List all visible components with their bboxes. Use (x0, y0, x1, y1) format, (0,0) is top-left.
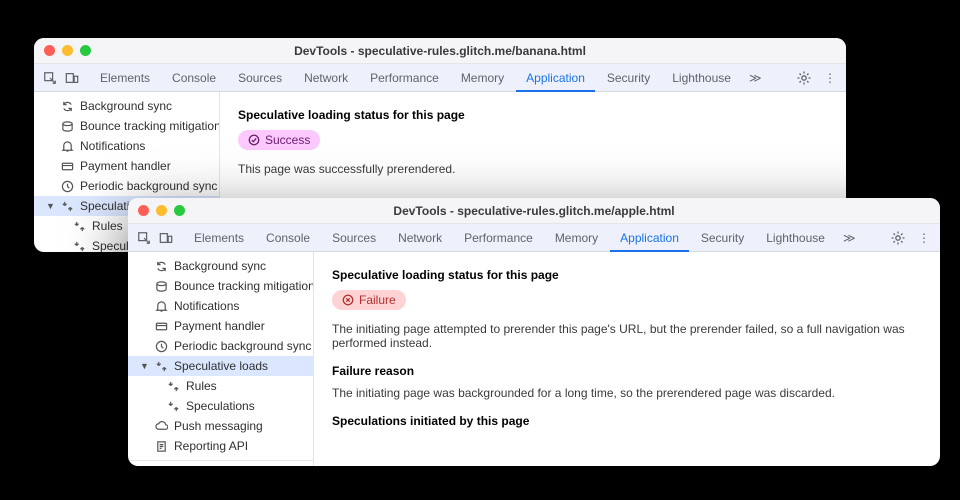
badge-text: Success (265, 133, 310, 147)
status-badge-success: Success (238, 130, 320, 150)
kebab-icon[interactable]: ⋮ (822, 70, 838, 86)
sidebar-item-bounce-tracking[interactable]: Bounce tracking mitigations (34, 116, 219, 136)
tab-sources[interactable]: Sources (228, 64, 292, 92)
tab-elements[interactable]: Elements (184, 224, 254, 252)
sidebar-section-frames: Frames (128, 460, 313, 466)
sidebar-item-notifications[interactable]: Notifications (34, 136, 219, 156)
tab-console[interactable]: Console (256, 224, 320, 252)
close-button[interactable] (44, 45, 55, 56)
tab-elements[interactable]: Elements (90, 64, 160, 92)
status-heading: Speculative loading status for this page (238, 108, 828, 122)
x-circle-icon (342, 294, 354, 306)
titlebar: DevTools - speculative-rules.glitch.me/a… (128, 198, 940, 224)
sidebar-label: Reporting API (174, 439, 248, 453)
sidebar-item-payment-handler[interactable]: Payment handler (128, 316, 313, 336)
tab-sources[interactable]: Sources (322, 224, 386, 252)
tab-network[interactable]: Network (388, 224, 452, 252)
minimize-button[interactable] (156, 205, 167, 216)
sidebar-item-bounce-tracking[interactable]: Bounce tracking mitigations (128, 276, 313, 296)
kebab-icon[interactable]: ⋮ (916, 230, 932, 246)
more-tabs[interactable]: ≫ (837, 231, 862, 245)
badge-text: Failure (359, 293, 396, 307)
status-badge-failure: Failure (332, 290, 406, 310)
application-sidebar: Background sync Bounce tracking mitigati… (128, 252, 314, 466)
sidebar-label: Background sync (174, 259, 266, 273)
failure-reason-heading: Failure reason (332, 364, 922, 378)
sidebar-label: Bounce tracking mitigations (80, 119, 220, 133)
traffic-lights (138, 205, 185, 216)
tab-performance[interactable]: Performance (454, 224, 543, 252)
sidebar-item-periodic-sync[interactable]: Periodic background sync (34, 176, 219, 196)
sidebar-label: Payment handler (80, 159, 171, 173)
minimize-button[interactable] (62, 45, 73, 56)
device-toolbar-icon[interactable] (158, 230, 174, 246)
sidebar-label: Rules (92, 219, 123, 233)
settings-icon[interactable] (796, 70, 812, 86)
tab-security[interactable]: Security (597, 64, 660, 92)
tab-security[interactable]: Security (691, 224, 754, 252)
sidebar-item-push-messaging[interactable]: Push messaging (128, 416, 313, 436)
sidebar-label: Speculations (186, 399, 255, 413)
status-heading: Speculative loading status for this page (332, 268, 922, 282)
sidebar-item-rules[interactable]: Rules (128, 376, 313, 396)
sidebar-item-speculations[interactable]: Speculations (128, 396, 313, 416)
close-button[interactable] (138, 205, 149, 216)
sidebar-item-payment-handler[interactable]: Payment handler (34, 156, 219, 176)
tab-performance[interactable]: Performance (360, 64, 449, 92)
tab-memory[interactable]: Memory (451, 64, 514, 92)
content-panel: Speculative loading status for this page… (314, 252, 940, 466)
tab-application[interactable]: Application (610, 224, 689, 252)
tab-memory[interactable]: Memory (545, 224, 608, 252)
zoom-button[interactable] (80, 45, 91, 56)
failure-reason-body: The initiating page was backgrounded for… (332, 386, 922, 400)
speculations-heading: Speculations initiated by this page (332, 414, 922, 428)
sidebar-label: Notifications (80, 139, 145, 153)
status-body: The initiating page attempted to prerend… (332, 322, 922, 350)
sidebar-item-periodic-sync[interactable]: Periodic background sync (128, 336, 313, 356)
inspect-icon[interactable] (42, 70, 58, 86)
sidebar-item-background-sync[interactable]: Background sync (34, 96, 219, 116)
zoom-button[interactable] (174, 205, 185, 216)
tab-application[interactable]: Application (516, 64, 595, 92)
tab-network[interactable]: Network (294, 64, 358, 92)
sidebar-item-reporting-api[interactable]: Reporting API (128, 436, 313, 456)
sidebar-label: Speculative loads (174, 359, 268, 373)
tab-lighthouse[interactable]: Lighthouse (662, 64, 741, 92)
device-toolbar-icon[interactable] (64, 70, 80, 86)
devtools-tabbar: Elements Console Sources Network Perform… (34, 64, 846, 92)
check-circle-icon (248, 134, 260, 146)
tab-console[interactable]: Console (162, 64, 226, 92)
sidebar-label: Rules (186, 379, 217, 393)
disclosure-triangle-icon[interactable]: ▼ (46, 201, 54, 211)
inspect-icon[interactable] (136, 230, 152, 246)
sidebar-item-speculative-loads[interactable]: ▼ Speculative loads (128, 356, 313, 376)
sidebar-label: Background sync (80, 99, 172, 113)
tab-lighthouse[interactable]: Lighthouse (756, 224, 835, 252)
window-title: DevTools - speculative-rules.glitch.me/b… (34, 44, 846, 58)
sidebar-label: Periodic background sync (174, 339, 311, 353)
window-title: DevTools - speculative-rules.glitch.me/a… (128, 204, 940, 218)
sidebar-item-notifications[interactable]: Notifications (128, 296, 313, 316)
sidebar-label: Push messaging (174, 419, 263, 433)
titlebar: DevTools - speculative-rules.glitch.me/b… (34, 38, 846, 64)
sidebar-label: Notifications (174, 299, 239, 313)
devtools-tabbar: Elements Console Sources Network Perform… (128, 224, 940, 252)
sidebar-item-background-sync[interactable]: Background sync (128, 256, 313, 276)
status-body: This page was successfully prerendered. (238, 162, 828, 176)
sidebar-label: Periodic background sync (80, 179, 217, 193)
sidebar-label: Bounce tracking mitigations (174, 279, 314, 293)
devtools-window-apple: DevTools - speculative-rules.glitch.me/a… (128, 198, 940, 466)
disclosure-triangle-icon[interactable]: ▼ (140, 361, 148, 371)
more-tabs[interactable]: ≫ (743, 71, 768, 85)
traffic-lights (44, 45, 91, 56)
settings-icon[interactable] (890, 230, 906, 246)
sidebar-label: Payment handler (174, 319, 265, 333)
